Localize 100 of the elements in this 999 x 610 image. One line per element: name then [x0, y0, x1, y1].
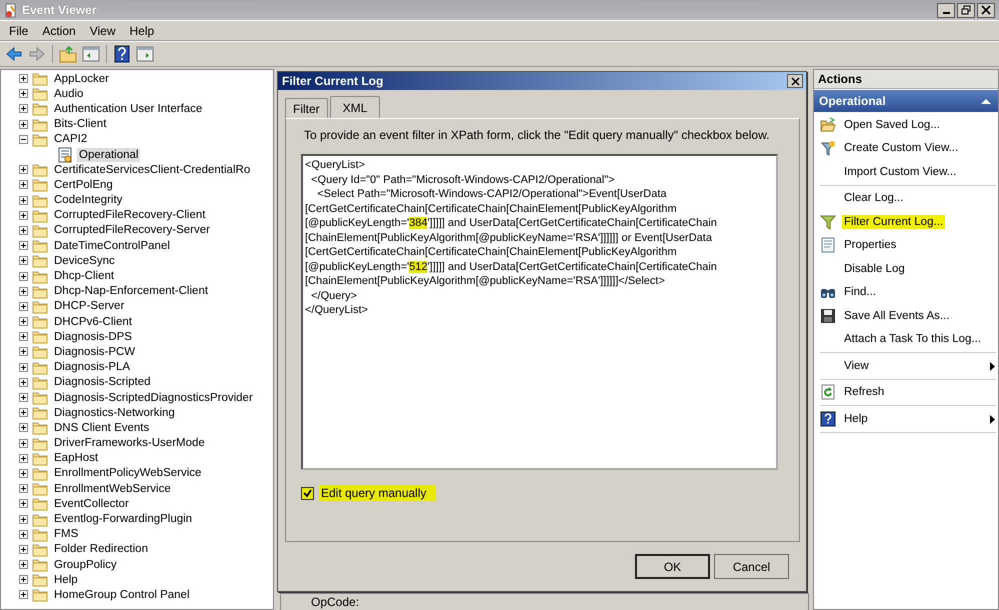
- expand-toggle[interactable]: [19, 590, 28, 600]
- tree-item[interactable]: DateTimeControlPanel: [52, 238, 172, 253]
- tree-item[interactable]: CertPolEng: [52, 178, 115, 192]
- tree-item[interactable]: DeviceSync: [52, 254, 117, 268]
- section-header[interactable]: Operational: [814, 90, 998, 112]
- tree-item[interactable]: EnrollmentWebService: [52, 482, 173, 496]
- expand-toggle[interactable]: [19, 210, 28, 220]
- checkbox[interactable]: [301, 486, 314, 500]
- restore-button[interactable]: [957, 2, 975, 18]
- action-link[interactable]: View: [842, 358, 871, 373]
- action-link[interactable]: Attach a Task To this Log...: [842, 332, 984, 346]
- expand-toggle[interactable]: [19, 484, 28, 494]
- tree-item[interactable]: CertificateServicesClient-CredentialRo: [52, 162, 252, 177]
- expand-toggle[interactable]: [19, 89, 28, 98]
- expand-toggle[interactable]: [19, 454, 28, 463]
- expand-toggle[interactable]: [19, 226, 28, 235]
- menu-item[interactable]: Action: [35, 24, 83, 38]
- expand-toggle[interactable]: [19, 332, 28, 342]
- expand-toggle[interactable]: [19, 560, 28, 570]
- dialog-button[interactable]: OK: [635, 554, 710, 579]
- tree-item[interactable]: FMS: [52, 527, 80, 542]
- expand-toggle[interactable]: [19, 74, 28, 84]
- action-link[interactable]: Disable Log: [842, 262, 907, 276]
- tree-item[interactable]: Folder Redirection: [52, 542, 150, 556]
- expand-toggle[interactable]: [19, 378, 28, 387]
- action-pane-icon[interactable]: [136, 45, 154, 63]
- tree-item[interactable]: CorruptedFileRecovery-Client: [52, 208, 208, 222]
- minimize-button[interactable]: [937, 2, 955, 18]
- dialog-button[interactable]: Cancel: [714, 554, 789, 579]
- expand-toggle[interactable]: [19, 438, 28, 448]
- checkbox-label[interactable]: Edit query manually: [319, 485, 436, 501]
- expand-toggle[interactable]: [19, 423, 28, 432]
- tree-item[interactable]: Dhcp-Client: [52, 269, 116, 284]
- expand-toggle[interactable]: [19, 575, 28, 584]
- tree-item[interactable]: HomeGroup Control Panel: [52, 588, 192, 602]
- tree-item[interactable]: DriverFrameworks-UserMode: [52, 436, 207, 450]
- action-link[interactable]: Save All Events As...: [842, 308, 952, 323]
- tree-item[interactable]: Authentication User Interface: [52, 102, 204, 116]
- expand-toggle[interactable]: [19, 514, 28, 524]
- tab[interactable]: Filter: [285, 98, 328, 118]
- tree-item[interactable]: EnrollmentPolicyWebService: [52, 466, 204, 480]
- tree-item[interactable]: Diagnostics-Networking: [52, 406, 177, 420]
- tree-item[interactable]: CodeIntegrity: [52, 193, 124, 208]
- back-arrow-icon[interactable]: [5, 45, 23, 63]
- action-link[interactable]: Properties: [842, 238, 898, 252]
- tree-item[interactable]: Diagnosis-PCW: [52, 344, 138, 359]
- expand-toggle[interactable]: [19, 530, 28, 539]
- collapse-toggle[interactable]: [19, 134, 28, 144]
- expand-toggle[interactable]: [19, 272, 28, 281]
- menu-item[interactable]: Help: [122, 24, 162, 38]
- expand-toggle[interactable]: [19, 165, 28, 174]
- tree-item[interactable]: Eventlog-ForwardingPlugin: [52, 512, 194, 526]
- expand-toggle[interactable]: [19, 286, 28, 296]
- action-link[interactable]: Filter Current Log...: [842, 214, 946, 229]
- expand-toggle[interactable]: [19, 104, 28, 114]
- expand-toggle[interactable]: [19, 362, 28, 372]
- expand-toggle[interactable]: [19, 317, 28, 326]
- tree-item[interactable]: Operational: [77, 148, 140, 162]
- close-button[interactable]: [977, 2, 995, 18]
- tree-item[interactable]: Help: [52, 572, 80, 587]
- tree-item[interactable]: DHCPv6-Client: [52, 314, 134, 329]
- tree-item[interactable]: Diagnosis-DPS: [52, 330, 134, 344]
- tree-item[interactable]: DHCP-Server: [52, 299, 126, 314]
- menu-item[interactable]: File: [2, 24, 36, 38]
- tree-item[interactable]: CAPI2: [52, 132, 90, 146]
- tree-item[interactable]: Diagnosis-Scripted: [52, 375, 153, 390]
- expand-toggle[interactable]: [19, 468, 28, 478]
- menu-item[interactable]: View: [82, 24, 122, 38]
- expand-toggle[interactable]: [19, 196, 28, 205]
- expand-toggle[interactable]: [19, 302, 28, 311]
- expand-toggle[interactable]: [19, 256, 28, 266]
- tree-item[interactable]: DNS Client Events: [52, 420, 152, 435]
- console-tree-icon[interactable]: [82, 45, 100, 63]
- action-link[interactable]: Refresh: [842, 385, 886, 400]
- tree-item[interactable]: EapHost: [52, 451, 100, 466]
- tree-item[interactable]: GroupPolicy: [52, 558, 119, 572]
- action-link[interactable]: Create Custom View...: [842, 141, 960, 156]
- tree-item[interactable]: AppLocker: [52, 72, 111, 86]
- tree-item[interactable]: Diagnosis-ScriptedDiagnosticsProvider: [52, 390, 255, 405]
- tree-item[interactable]: EventCollector: [52, 496, 131, 511]
- tab[interactable]: XML: [330, 96, 380, 118]
- expand-toggle[interactable]: [19, 180, 28, 190]
- tree-item[interactable]: Diagnosis-PLA: [52, 360, 132, 374]
- expand-toggle[interactable]: [19, 393, 28, 402]
- expand-toggle[interactable]: [19, 499, 28, 508]
- action-link[interactable]: Import Custom View...: [842, 164, 958, 179]
- expand-toggle[interactable]: [19, 241, 28, 250]
- action-link[interactable]: Open Saved Log...: [842, 118, 942, 132]
- action-link[interactable]: Help: [842, 412, 870, 426]
- expand-toggle[interactable]: [19, 120, 28, 129]
- action-link[interactable]: Clear Log...: [842, 191, 906, 206]
- action-link[interactable]: Find...: [842, 285, 878, 300]
- tree-item[interactable]: Audio: [52, 86, 86, 101]
- help-icon[interactable]: [113, 45, 131, 63]
- close-button[interactable]: [787, 74, 803, 88]
- expand-toggle[interactable]: [19, 347, 28, 356]
- expand-toggle[interactable]: [19, 544, 28, 554]
- tree-item[interactable]: CorruptedFileRecovery-Server: [52, 223, 212, 238]
- expand-toggle[interactable]: [19, 408, 28, 418]
- tree-item[interactable]: Dhcp-Nap-Enforcement-Client: [52, 284, 210, 298]
